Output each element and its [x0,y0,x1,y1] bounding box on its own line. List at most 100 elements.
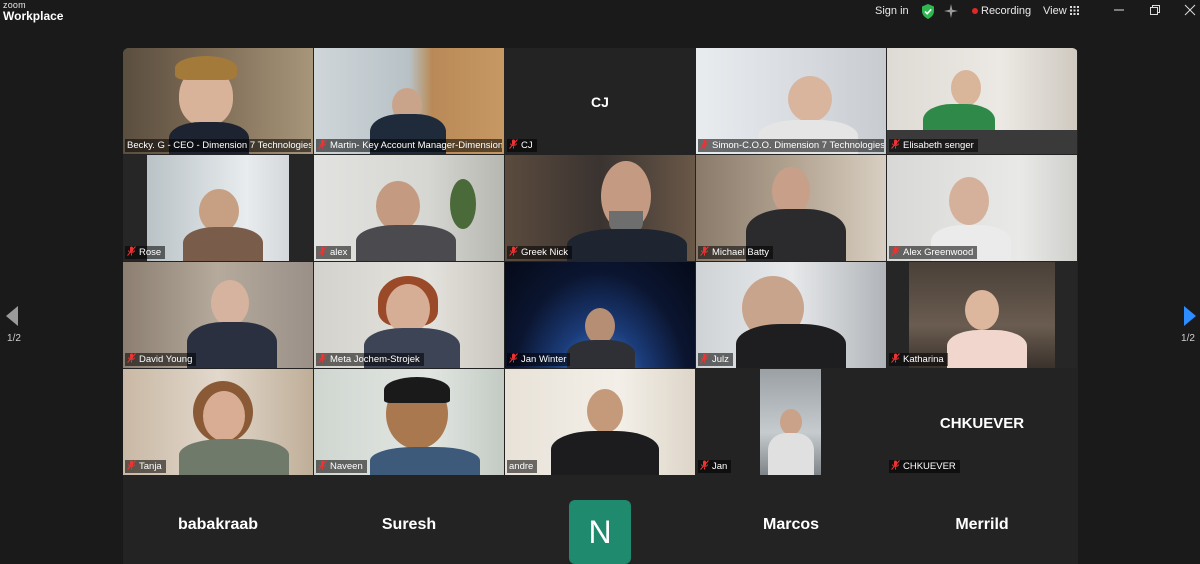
chevron-right-icon [1184,306,1196,326]
participant-name: Alex Greenwood [903,247,974,258]
mic-muted-icon [318,353,327,363]
participant-display-name: Merrild [955,516,1009,533]
participant-display-name: Marcos [762,516,820,533]
participant-name: CJ [521,140,533,151]
sign-in-button[interactable]: Sign in [875,5,909,17]
mic-muted-icon [700,460,709,470]
participant-name-tag: Alex Greenwood [889,246,978,259]
video-tile-jan-winter[interactable]: Jan Winter [505,262,695,368]
video-tile-simon[interactable]: Simon-C.O.O. Dimension 7 Technologies [696,48,886,154]
participant-name: Jan Winter [521,354,567,365]
mic-muted-icon [127,353,136,363]
video-tile-alex[interactable]: alex [314,155,504,261]
grid-view-icon[interactable] [1070,6,1079,15]
page-indicator-right: 1/2 [1181,333,1195,344]
participant-name-tag: Simon-C.O.O. Dimension 7 Technologies [698,139,884,152]
mic-muted-icon [891,139,900,149]
avatar: N [569,500,631,564]
mic-muted-icon [700,353,709,363]
mic-muted-icon [700,246,709,256]
participant-name-tag: Elisabeth senger [889,139,978,152]
next-page-button[interactable]: 1/2 [1176,305,1200,355]
mic-muted-icon [891,353,900,363]
participant-name: Martin- Key Account Manager-Dimension 7 [330,140,502,151]
mic-muted-icon [509,353,518,363]
video-tile-michael-batty[interactable]: Michael Batty [696,155,886,261]
participant-name-tag: CHKUEVER [889,460,960,473]
participant-name-tag: andre [507,460,538,473]
participant-name-tag: alex [316,246,352,259]
video-tile-andre[interactable]: andre [505,369,695,475]
participant-tile-merrild[interactable]: Merrild [887,481,1077,564]
mic-muted-icon [700,139,709,149]
mic-muted-icon [127,460,136,470]
participant-name: Rose [139,247,162,258]
recording-status[interactable]: Recording [981,5,1031,17]
participant-display-name: Suresh [381,516,437,533]
brand-bottom: Workplace [3,9,64,23]
participant-tile-n[interactable]: N [505,481,695,564]
participant-name-tag: Meta Jochem-Strojek [316,353,424,366]
video-tile-jan[interactable]: Jan [696,369,886,475]
previous-page-button[interactable]: 1/2 [2,305,26,355]
video-tile-katharina[interactable]: Katharina [887,262,1077,368]
restore-icon[interactable] [1149,4,1161,16]
participant-name: andre [509,461,534,472]
title-bar: zoom Workplace Sign in Recording View [0,0,1200,24]
participant-name-tag: Jan [698,460,732,473]
recording-indicator-icon [972,8,978,14]
app-logo: zoom Workplace [3,1,64,23]
participant-name: Elisabeth senger [903,140,974,151]
video-tile-greek-nick[interactable]: Greek Nick [505,155,695,261]
participant-name: Michael Batty [712,247,770,258]
close-icon[interactable] [1184,4,1196,16]
mic-muted-icon [891,460,900,470]
mic-muted-icon [891,246,900,256]
mic-muted-icon [318,139,327,149]
participant-name-tag: Michael Batty [698,246,774,259]
video-tile-david-young[interactable]: David Young [123,262,313,368]
video-tile-meta[interactable]: Meta Jochem-Strojek [314,262,504,368]
participant-name: alex [330,247,348,258]
participant-name: Julz [712,354,729,365]
participant-name: Simon-C.O.O. Dimension 7 Technologies [712,140,884,151]
security-shield-icon[interactable] [921,4,935,19]
video-tile-cj[interactable]: CJ CJ [505,48,695,154]
participant-name: Tanja [139,461,162,472]
participant-name-tag: Jan Winter [507,353,571,366]
participant-display-name: babakraab [177,516,259,533]
participant-name: Naveen [330,461,363,472]
video-tile-becky[interactable]: Becky. G - CEO - Dimension 7 Technologie… [123,48,313,154]
participant-tile-suresh[interactable]: Suresh [314,481,504,564]
participant-name: Jan [712,461,728,472]
video-tile-tanja[interactable]: Tanja [123,369,313,475]
participant-name-tag: Greek Nick [507,246,572,259]
chevron-left-icon [6,306,18,326]
participant-display-name: CHKUEVER [939,415,1025,432]
participant-name: Katharina [903,354,944,365]
video-tile-elisabeth[interactable]: Elisabeth senger [887,48,1077,154]
participant-name: Greek Nick [521,247,568,258]
mic-muted-icon [509,246,518,256]
ai-companion-icon[interactable] [944,4,958,18]
video-tile-alex-greenwood[interactable]: Alex Greenwood [887,155,1077,261]
participant-name-tag: Naveen [316,460,367,473]
participant-name-tag: Julz [698,353,733,366]
mic-muted-icon [127,246,136,256]
video-tile-naveen[interactable]: Naveen [314,369,504,475]
participant-name-tag: Becky. G - CEO - Dimension 7 Technologie… [125,139,311,152]
video-gallery: Becky. G - CEO - Dimension 7 Technologie… [123,48,1078,564]
view-button[interactable]: View [1043,5,1067,17]
page-indicator-left: 1/2 [7,333,21,344]
participant-name-tag: CJ [507,139,537,152]
video-tile-julz[interactable]: Julz [696,262,886,368]
video-tile-martin[interactable]: Martin- Key Account Manager-Dimension 7 [314,48,504,154]
minimize-icon[interactable] [1113,4,1125,16]
participant-name-tag: David Young [125,353,197,366]
participant-tile-marcos[interactable]: Marcos [696,481,886,564]
participant-name: David Young [139,354,193,365]
participant-tile-babakraab[interactable]: babakraab [123,481,313,564]
video-tile-chkuever[interactable]: CHKUEVER CHKUEVER [887,369,1077,475]
mic-muted-icon [318,246,327,256]
video-tile-rose[interactable]: Rose [123,155,313,261]
